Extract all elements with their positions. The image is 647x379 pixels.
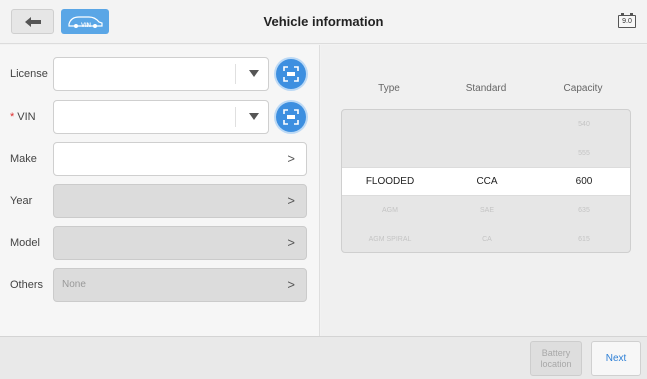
capacity-cell: 555	[578, 150, 590, 157]
capacity-cell: 615	[578, 236, 590, 243]
battery-voltage-icon[interactable]: 9.0	[618, 13, 636, 28]
battery-location-label-line2: location	[540, 359, 572, 369]
chevron-right-icon: >	[287, 235, 295, 250]
year-selector[interactable]: >	[53, 184, 307, 218]
license-scan-button[interactable]	[276, 59, 306, 89]
dropdown-arrow-icon[interactable]	[249, 70, 259, 77]
others-label: Others	[10, 279, 44, 291]
picker-row[interactable]: 540	[342, 110, 630, 139]
dropdown-separator	[235, 64, 236, 84]
standard-cell: CA	[482, 236, 492, 243]
battery-picker-wheel[interactable]: 540 555 FLOODED CCA 600 AGM SAE 635 AGM …	[341, 109, 631, 253]
capacity-cell: 600	[575, 176, 593, 187]
battery-location-label-line1: Battery	[541, 348, 571, 358]
column-header-type: Type	[378, 83, 400, 94]
scan-icon	[283, 109, 299, 125]
column-header-capacity: Capacity	[563, 83, 603, 94]
license-dropdown[interactable]	[53, 57, 269, 91]
required-marker: *	[10, 111, 15, 123]
column-header-standard: Standard	[465, 83, 507, 94]
dropdown-arrow-icon[interactable]	[249, 113, 259, 120]
capacity-cell: 635	[578, 207, 590, 214]
page-title: Vehicle information	[263, 14, 384, 29]
dropdown-separator	[235, 107, 236, 127]
model-selector[interactable]: >	[53, 226, 307, 260]
license-label: License	[10, 68, 48, 80]
others-row: Others None >	[0, 268, 320, 302]
others-value: None	[62, 279, 86, 290]
capacity-cell: 540	[578, 121, 590, 128]
vin-row: * VIN	[0, 100, 320, 134]
title-bar: VIN Vehicle information 9.0	[0, 0, 647, 44]
model-row: Model >	[0, 226, 320, 260]
vin-scan-button[interactable]	[276, 102, 306, 132]
make-selector[interactable]: >	[53, 142, 307, 176]
battery-voltage-value: 9.0	[622, 18, 632, 25]
bottom-toolbar: Battery location Next	[0, 336, 647, 379]
battery-table-header: Type Standard Capacity	[341, 83, 631, 99]
battery-location-button[interactable]: Battery location	[530, 341, 582, 376]
next-button[interactable]: Next	[591, 341, 641, 376]
vehicle-form: License * VIN Make > Year > Model > Othe…	[0, 45, 320, 336]
chevron-right-icon: >	[287, 277, 295, 292]
picker-row[interactable]: AGM SAE 635	[342, 196, 630, 225]
type-cell: AGM SPIRAL	[368, 236, 412, 243]
vin-label-text: VIN	[17, 111, 36, 123]
type-cell: AGM	[382, 207, 398, 214]
type-cell: FLOODED	[365, 176, 415, 187]
make-row: Make >	[0, 142, 320, 176]
license-row: License	[0, 57, 320, 91]
year-row: Year >	[0, 184, 320, 218]
others-selector[interactable]: None >	[53, 268, 307, 302]
picker-row-selected[interactable]: FLOODED CCA 600	[342, 167, 630, 196]
vin-dropdown[interactable]	[53, 100, 269, 134]
model-label: Model	[10, 237, 40, 249]
picker-row[interactable]: AGM SPIRAL CA 615	[342, 225, 630, 252]
year-label: Year	[10, 195, 33, 207]
battery-spec-panel: Type Standard Capacity 540 555 FLOODED C…	[321, 45, 647, 336]
standard-cell: CCA	[476, 176, 498, 187]
vin-label: * VIN	[10, 100, 36, 134]
chevron-right-icon: >	[287, 193, 295, 208]
picker-row[interactable]: 555	[342, 139, 630, 168]
scan-icon	[283, 66, 299, 82]
standard-cell: SAE	[479, 207, 494, 214]
chevron-right-icon: >	[287, 151, 295, 166]
make-label: Make	[10, 153, 37, 165]
